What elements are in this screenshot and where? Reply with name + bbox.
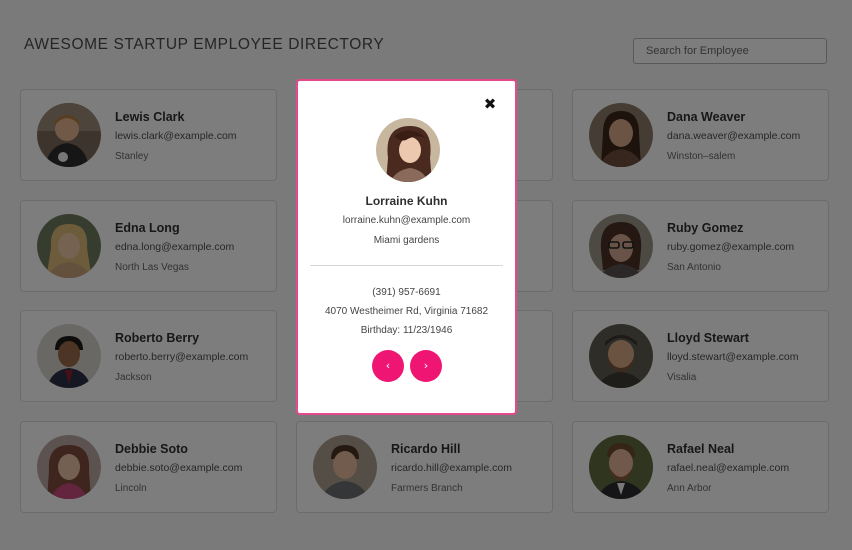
close-icon[interactable]: ✖ [483, 97, 497, 112]
chevron-left-icon: ‹ [385, 359, 391, 372]
modal-employee-birthday: Birthday: 11/23/1946 [360, 325, 453, 336]
modal-employee-name: Lorraine Kuhn [365, 194, 448, 208]
modal-employee-phone: (391) 957-6691 [372, 287, 441, 298]
next-employee-button[interactable]: › [410, 350, 442, 382]
chevron-right-icon: › [423, 359, 429, 372]
employee-modal: ✖ Lorraine Kuhn lorraine.kuhn@example.co… [296, 79, 517, 415]
modal-employee-email: lorraine.kuhn@example.com [342, 215, 471, 226]
modal-employee-address: 4070 Westheimer Rd, Virginia 71682 [324, 306, 489, 317]
modal-employee-city: Miami gardens [373, 235, 440, 246]
modal-avatar [376, 118, 440, 182]
modal-divider [310, 265, 503, 266]
prev-employee-button[interactable]: ‹ [372, 350, 404, 382]
